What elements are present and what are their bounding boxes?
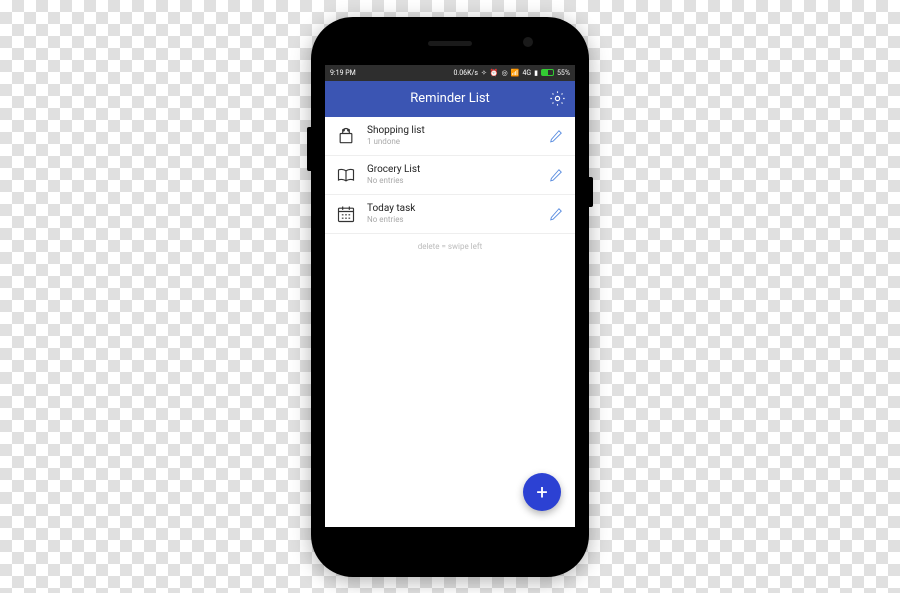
wifi-icon: ◎ xyxy=(502,69,508,77)
list-item[interactable]: Today task No entries xyxy=(325,195,575,234)
phone-speaker xyxy=(428,41,472,46)
pencil-icon xyxy=(549,207,563,221)
vibrate-icon: ✧ xyxy=(481,69,487,77)
edit-button[interactable] xyxy=(547,166,565,184)
edit-button[interactable] xyxy=(547,205,565,223)
shopping-icon xyxy=(335,125,357,147)
app-title: Reminder List xyxy=(410,91,490,106)
plus-icon: + xyxy=(536,480,547,504)
status-netspeed: 0.06K/s xyxy=(453,69,478,77)
item-subtitle: No entries xyxy=(367,215,537,224)
signal-bars-icon: ▮ xyxy=(534,69,538,77)
add-button[interactable]: + xyxy=(523,473,561,511)
signal-icon: 📶 xyxy=(511,69,520,77)
app-bar: Reminder List xyxy=(325,81,575,117)
reminder-list[interactable]: Shopping list 1 undone Groce xyxy=(325,117,575,527)
edit-button[interactable] xyxy=(547,127,565,145)
book-icon xyxy=(335,164,357,186)
item-title: Grocery List xyxy=(367,164,537,175)
item-subtitle: 1 undone xyxy=(367,137,537,146)
power-button xyxy=(589,177,593,207)
status-battery: 55% xyxy=(557,69,570,77)
swipe-hint: delete = swipe left xyxy=(325,234,575,259)
item-title: Shopping list xyxy=(367,125,537,136)
phone-camera xyxy=(523,37,533,47)
item-title: Today task xyxy=(367,203,537,214)
status-bar: 9:19 PM 0.06K/s ✧ ⏰ ◎ 📶 4G ▮ 55% xyxy=(325,65,575,81)
status-signal: 4G xyxy=(522,69,531,77)
screen: 9:19 PM 0.06K/s ✧ ⏰ ◎ 📶 4G ▮ 55% Reminde… xyxy=(325,65,575,527)
pencil-icon xyxy=(549,129,563,143)
list-item[interactable]: Shopping list 1 undone xyxy=(325,117,575,156)
settings-button[interactable] xyxy=(547,89,567,109)
battery-icon xyxy=(541,69,554,76)
item-subtitle: No entries xyxy=(367,176,537,185)
status-time: 9:19 PM xyxy=(330,69,356,77)
list-item[interactable]: Grocery List No entries xyxy=(325,156,575,195)
alarm-icon: ⏰ xyxy=(490,69,499,77)
calendar-icon xyxy=(335,203,357,225)
phone-frame: 9:19 PM 0.06K/s ✧ ⏰ ◎ 📶 4G ▮ 55% Reminde… xyxy=(311,17,589,577)
volume-button xyxy=(307,127,311,171)
gear-icon xyxy=(549,90,566,107)
pencil-icon xyxy=(549,168,563,182)
